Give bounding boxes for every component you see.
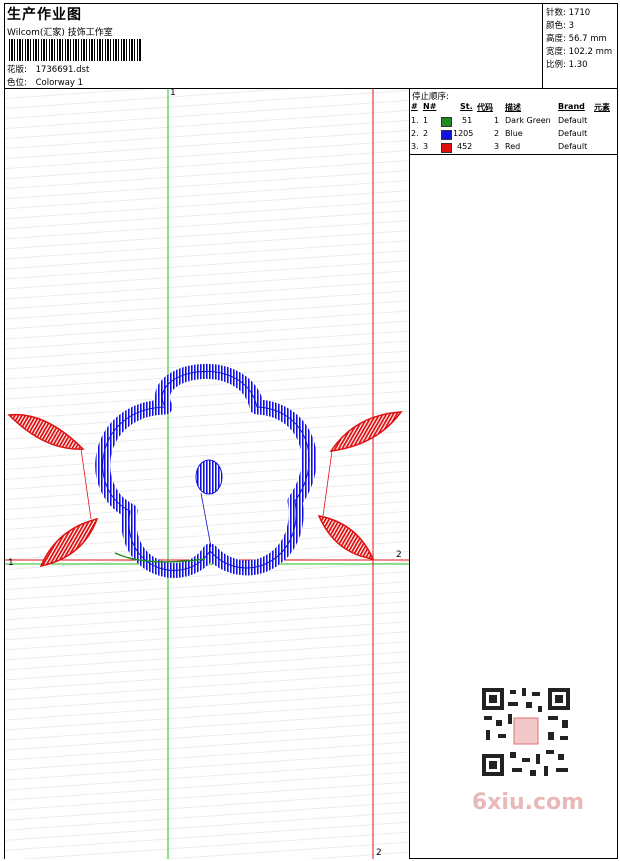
- table-row: 3. 3 452 3 Red Default: [410, 141, 618, 154]
- watermark: 6xiu.com: [468, 678, 584, 816]
- row-st: 1205: [453, 129, 474, 138]
- stat-value: 56.7 mm: [568, 34, 607, 44]
- row-num: 2.: [411, 129, 419, 138]
- row-desc: Blue: [505, 129, 523, 138]
- col-brand: Brand: [558, 102, 585, 111]
- stat-value: 1710: [568, 8, 591, 18]
- row-desc: Red: [505, 142, 521, 151]
- design-canvas: [5, 89, 409, 859]
- leaf-bottom-left: [39, 517, 99, 568]
- color-swatch: [441, 130, 452, 140]
- col-element: 元素: [594, 103, 610, 112]
- stat-width: 宽度: 102.2 mm: [546, 45, 612, 57]
- barcode: [9, 39, 142, 61]
- row-n: 1: [423, 116, 429, 125]
- stat-label: 高度:: [546, 34, 566, 44]
- blue-flower: [95, 363, 317, 578]
- row-st: 51: [462, 116, 473, 125]
- stat-label: 颜色:: [546, 21, 566, 31]
- row-num: 1.: [411, 116, 419, 125]
- stat-value: 1.30: [568, 60, 588, 70]
- stat-label: 宽度:: [546, 47, 566, 57]
- stat-colors: 颜色: 3: [546, 19, 574, 31]
- stem-right: [322, 450, 333, 517]
- stat-value: 102.2 mm: [568, 47, 613, 57]
- guide-label-red-v: 2: [376, 848, 382, 858]
- row-n: 3: [423, 142, 429, 151]
- row-brand: Default: [558, 142, 588, 151]
- qr-code-icon: [478, 684, 574, 780]
- col-code: 代码: [477, 103, 493, 112]
- red-stamp-icon: [513, 717, 539, 745]
- design-stats: 针数: 1710 颜色: 3 高度: 56.7 mm 宽度: 102.2 mm …: [542, 3, 618, 88]
- embroidery-design: [5, 89, 409, 859]
- stat-stitches: 针数: 1710: [546, 6, 590, 18]
- colorway-row: 色位: Colorway 1: [7, 76, 83, 88]
- stat-scale: 比例: 1.30: [546, 58, 588, 70]
- col-st: St.: [460, 102, 473, 111]
- flower-center: [195, 459, 223, 495]
- row-st: 452: [457, 142, 473, 151]
- row-code: 1: [494, 116, 500, 125]
- stat-label: 针数:: [546, 8, 566, 18]
- stat-label: 比例:: [546, 60, 566, 70]
- leaf-top-left: [7, 413, 85, 450]
- design-file-label: 花版:: [7, 65, 27, 75]
- stem-left: [80, 448, 92, 520]
- leaf-bottom-right: [317, 515, 375, 560]
- table-header: # N# St. 代码 描述 Brand 元素: [410, 101, 618, 114]
- color-swatch: [441, 143, 452, 153]
- guide-label-green-v: 1: [170, 88, 176, 98]
- guide-label-red-h: 2: [396, 550, 402, 560]
- colorway-value: Colorway 1: [35, 78, 84, 88]
- page-subtitle: Wilcom(汇家) 技饰工作室: [7, 28, 113, 38]
- jump-stitch: [200, 492, 212, 548]
- header-info: 生产作业图 Wilcom(汇家) 技饰工作室 花版: 1736691.dst 色…: [4, 3, 542, 88]
- colorway-label: 色位:: [7, 78, 27, 88]
- table-row: 1. 1 51 1 Dark Green Default: [410, 115, 618, 128]
- row-brand: Default: [558, 129, 588, 138]
- watermark-text: 6xiu.com: [471, 790, 585, 815]
- row-num: 3.: [411, 142, 419, 151]
- row-code: 2: [494, 129, 500, 138]
- leaf-top-right: [329, 411, 403, 452]
- row-n: 2: [423, 129, 429, 138]
- design-file-value: 1736691.dst: [35, 65, 90, 75]
- color-swatch: [441, 117, 452, 127]
- table-row: 2. 2 1205 2 Blue Default: [410, 128, 618, 141]
- row-code: 3: [494, 142, 500, 151]
- stat-height: 高度: 56.7 mm: [546, 32, 607, 44]
- stat-value: 3: [568, 21, 574, 31]
- row-brand: Default: [558, 116, 588, 125]
- col-desc: 描述: [505, 103, 521, 112]
- page-title: 生产作业图: [7, 7, 82, 23]
- design-file-row: 花版: 1736691.dst: [7, 63, 89, 75]
- col-num: #: [411, 102, 418, 111]
- col-n: N#: [423, 102, 437, 111]
- row-desc: Dark Green: [505, 116, 551, 125]
- guide-label-green-h: 1: [8, 558, 14, 568]
- table-bottom-rule: [410, 154, 618, 155]
